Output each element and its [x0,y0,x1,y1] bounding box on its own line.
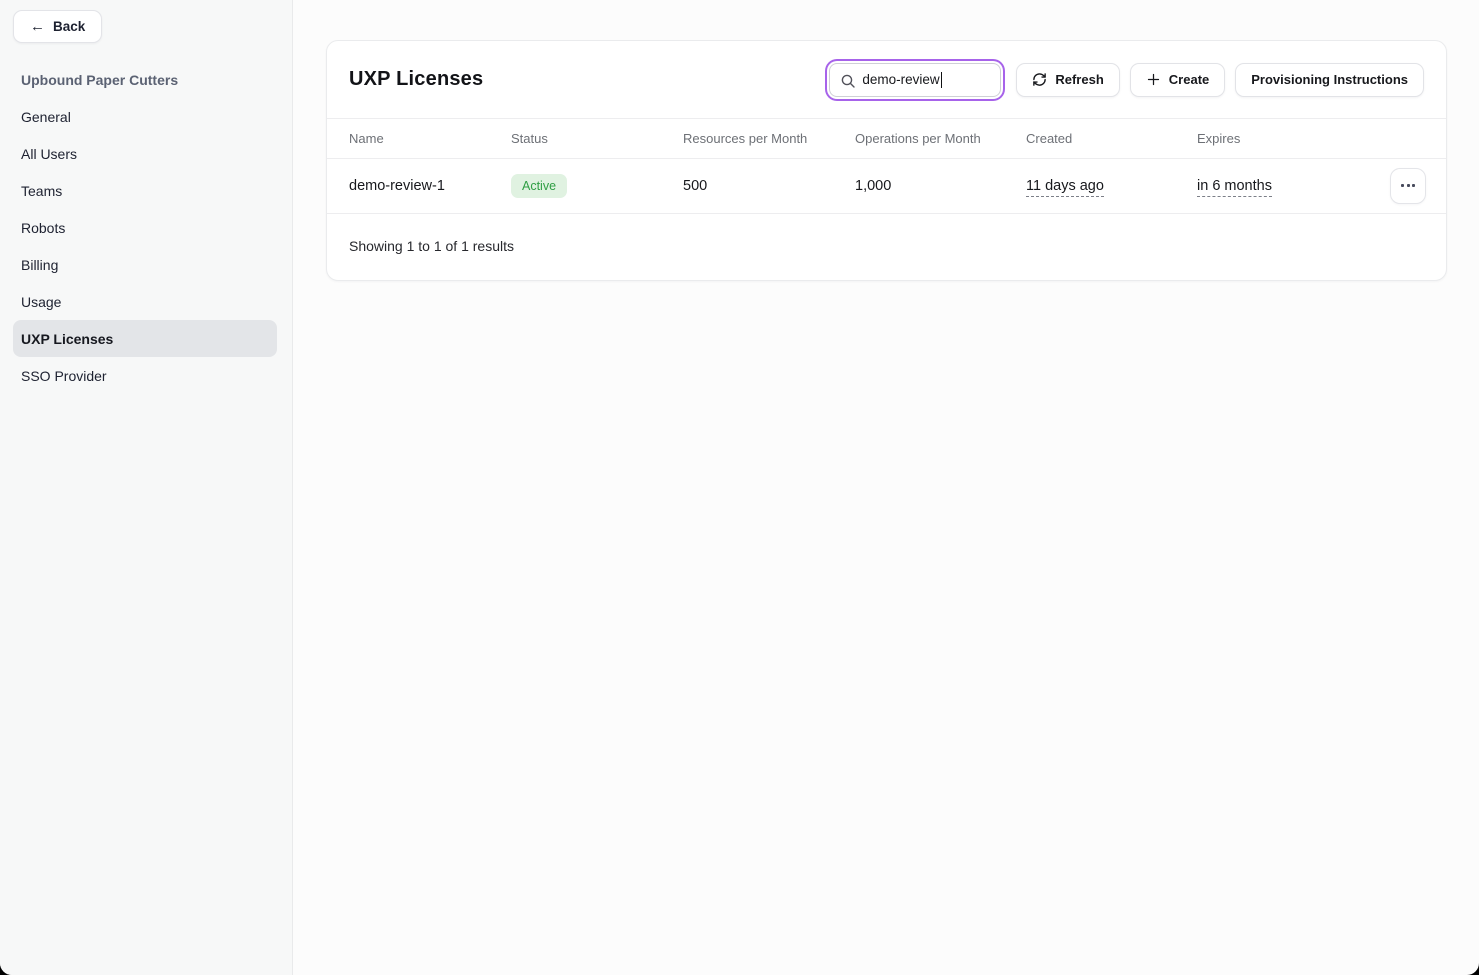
provisioning-instructions-button[interactable]: Provisioning Instructions [1235,63,1424,97]
sidebar-item-all-users[interactable]: All Users [13,135,277,172]
sidebar-nav: Upbound Paper Cutters General All Users … [0,61,292,394]
created-relative-date: 11 days ago [1026,178,1104,197]
column-header-status: Status [511,119,683,158]
column-header-actions [1367,119,1446,158]
licenses-table: Name Status Resources per Month Operatio… [327,119,1446,214]
create-button-label: Create [1169,72,1209,87]
row-actions-button[interactable] [1390,168,1426,204]
sidebar-item-label: Teams [21,183,62,199]
plus-icon [1146,72,1161,87]
provisioning-instructions-label: Provisioning Instructions [1251,72,1408,87]
status-badge: Active [511,174,567,198]
app-window: ← Back Upbound Paper Cutters General All… [0,0,1479,975]
sidebar-item-label: Usage [21,294,61,310]
license-resources-cell: 500 [683,158,855,213]
sidebar-item-sso-provider[interactable]: SSO Provider [13,357,277,394]
refresh-button-label: Refresh [1055,72,1103,87]
sidebar-item-label: Robots [21,220,65,236]
sidebar-item-label: SSO Provider [21,368,107,384]
ellipsis-icon [1401,184,1404,187]
table-row: demo-review-1 Active 500 1,000 11 days a… [327,158,1446,213]
license-operations-cell: 1,000 [855,158,1026,213]
back-button[interactable]: ← Back [13,10,102,43]
sidebar-item-usage[interactable]: Usage [13,283,277,320]
sidebar-item-robots[interactable]: Robots [13,209,277,246]
license-status-cell: Active [511,158,683,213]
sidebar-item-label: All Users [21,146,77,162]
column-header-expires: Expires [1197,119,1367,158]
sidebar-item-billing[interactable]: Billing [13,246,277,283]
license-created-cell: 11 days ago [1026,158,1197,213]
refresh-button[interactable]: Refresh [1016,63,1119,97]
text-caret [941,72,943,88]
column-header-operations: Operations per Month [855,119,1026,158]
license-name-cell: demo-review-1 [327,158,511,213]
sidebar-item-teams[interactable]: Teams [13,172,277,209]
expires-relative-date: in 6 months [1197,178,1272,197]
panel-footer: Showing 1 to 1 of 1 results [327,214,1446,280]
sidebar-item-label: General [21,109,71,125]
sidebar-item-label: UXP Licenses [21,331,113,347]
back-button-label: Back [53,19,85,34]
uxp-licenses-panel: UXP Licenses demo-review [326,40,1447,281]
settings-sidebar: ← Back Upbound Paper Cutters General All… [0,0,293,975]
sidebar-org-heading: Upbound Paper Cutters [13,61,277,98]
main-content: UXP Licenses demo-review [293,0,1479,975]
sidebar-item-label: Billing [21,257,58,273]
sidebar-item-uxp-licenses[interactable]: UXP Licenses [13,320,277,357]
search-icon [840,73,856,89]
table-header-row: Name Status Resources per Month Operatio… [327,119,1446,158]
page-title: UXP Licenses [349,68,483,91]
column-header-name: Name [327,119,511,158]
column-header-resources: Resources per Month [683,119,855,158]
create-button[interactable]: Create [1130,63,1225,97]
license-actions-cell [1367,158,1446,213]
license-expires-cell: in 6 months [1197,158,1367,213]
panel-header: UXP Licenses demo-review [327,41,1446,119]
refresh-icon [1032,72,1047,87]
results-summary: Showing 1 to 1 of 1 results [349,238,514,254]
toolbar: demo-review Refresh [825,63,1424,97]
search-input-value: demo-review [862,72,939,87]
arrow-left-icon: ← [30,19,45,34]
sidebar-item-general[interactable]: General [13,98,277,135]
search-input[interactable]: demo-review [829,63,1001,97]
column-header-created: Created [1026,119,1197,158]
